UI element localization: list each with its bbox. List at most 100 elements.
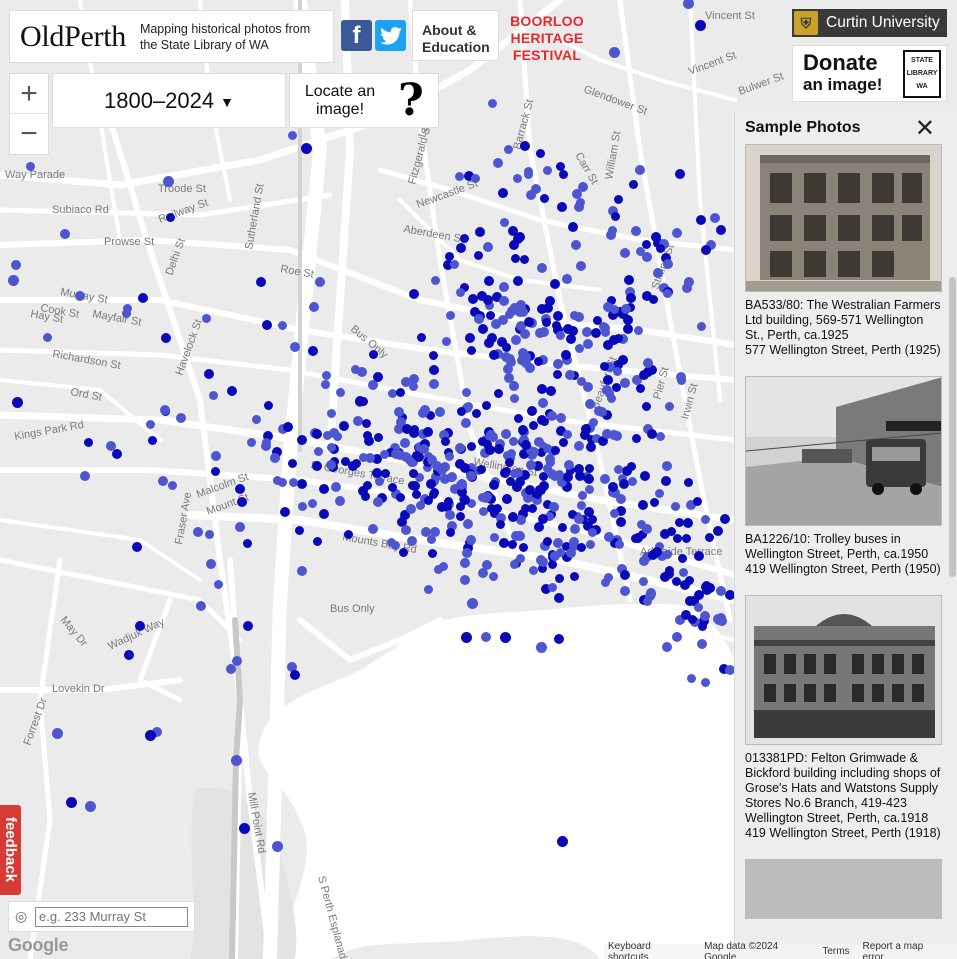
photo-marker[interactable]: [518, 306, 529, 317]
photo-marker[interactable]: [677, 553, 687, 563]
photo-marker[interactable]: [300, 142, 312, 154]
photo-marker[interactable]: [488, 99, 497, 109]
photo-marker[interactable]: [25, 161, 35, 171]
photo-marker[interactable]: [604, 388, 614, 398]
curtin-university-logo[interactable]: ⛨ Curtin University: [792, 9, 947, 37]
photo-marker[interactable]: [308, 345, 319, 356]
photo-marker[interactable]: [602, 375, 613, 386]
photo-marker[interactable]: [698, 621, 708, 631]
photo-marker[interactable]: [548, 501, 559, 512]
photo-marker[interactable]: [210, 450, 221, 461]
photo-marker[interactable]: [513, 275, 524, 286]
close-icon[interactable]: ✕: [915, 117, 935, 141]
photo-marker[interactable]: [440, 437, 450, 447]
photo-marker[interactable]: [572, 188, 583, 199]
photo-marker[interactable]: [545, 295, 556, 306]
photo-marker[interactable]: [694, 19, 706, 31]
terms-link[interactable]: Terms: [822, 946, 849, 957]
photo-marker[interactable]: [666, 526, 676, 536]
photo-marker[interactable]: [408, 288, 419, 299]
photo-marker[interactable]: [660, 475, 671, 486]
photo-marker[interactable]: [671, 227, 682, 238]
photo-marker[interactable]: [649, 497, 659, 507]
feedback-tab[interactable]: feedback: [0, 805, 21, 895]
photo-marker[interactable]: [319, 508, 330, 519]
photo-marker[interactable]: [682, 0, 694, 9]
photo-marker[interactable]: [642, 290, 653, 301]
photo-marker[interactable]: [309, 301, 320, 312]
photo-card[interactable]: BA533/80: The Westralian Farmers Ltd bui…: [745, 144, 942, 358]
photo-marker[interactable]: [442, 336, 452, 346]
photo-marker[interactable]: [681, 282, 692, 293]
photo-marker[interactable]: [560, 350, 571, 361]
facebook-icon[interactable]: f: [341, 20, 372, 51]
photo-marker[interactable]: [583, 473, 594, 484]
photo-marker[interactable]: [79, 470, 90, 481]
photo-marker[interactable]: [615, 539, 625, 549]
photo-marker[interactable]: [311, 461, 322, 472]
photo-marker[interactable]: [372, 496, 383, 507]
photo-marker[interactable]: [537, 414, 548, 425]
photo-marker[interactable]: [682, 533, 692, 543]
photo-marker[interactable]: [242, 620, 253, 631]
photo-marker[interactable]: [600, 322, 611, 333]
photo-marker[interactable]: [137, 292, 148, 303]
photo-marker[interactable]: [587, 527, 597, 537]
locate-image-button[interactable]: Locate an image! ?: [289, 73, 439, 128]
photo-marker[interactable]: [534, 357, 543, 367]
year-range-select[interactable]: 1800–2024 ▼: [52, 73, 286, 128]
photo-marker[interactable]: [277, 321, 287, 330]
photo-marker[interactable]: [405, 504, 416, 515]
photo-marker[interactable]: [470, 174, 480, 184]
photo-marker[interactable]: [567, 325, 578, 336]
photo-marker[interactable]: [288, 458, 298, 468]
photo-marker[interactable]: [318, 483, 329, 494]
photo-marker[interactable]: [488, 479, 499, 490]
photo-marker[interactable]: [325, 460, 336, 471]
about-education-button[interactable]: About & Education: [412, 10, 499, 61]
photo-marker[interactable]: [569, 524, 580, 535]
photo-marker[interactable]: [443, 497, 453, 507]
photo-marker[interactable]: [482, 241, 493, 252]
photo-marker[interactable]: [478, 507, 488, 517]
photo-marker[interactable]: [589, 417, 599, 427]
photo-marker[interactable]: [445, 527, 455, 537]
photo-marker[interactable]: [520, 440, 531, 451]
photo-marker[interactable]: [574, 470, 585, 481]
photo-marker[interactable]: [165, 212, 175, 222]
photo-marker[interactable]: [367, 524, 378, 535]
photo-marker[interactable]: [558, 438, 568, 448]
photo-marker[interactable]: [509, 560, 519, 570]
photo-marker[interactable]: [444, 509, 455, 520]
photo-marker[interactable]: [541, 318, 551, 328]
photo-marker[interactable]: [564, 459, 575, 470]
photo-marker[interactable]: [563, 429, 573, 439]
photo-marker[interactable]: [608, 46, 620, 58]
photo-marker[interactable]: [642, 251, 653, 262]
photo-marker[interactable]: [553, 634, 564, 645]
photo-marker[interactable]: [585, 442, 596, 453]
crosshair-icon[interactable]: ◎: [15, 908, 35, 925]
photo-thumbnail[interactable]: [745, 859, 942, 919]
photo-marker[interactable]: [204, 368, 215, 379]
photo-marker[interactable]: [455, 287, 465, 297]
photo-marker[interactable]: [671, 631, 682, 642]
photo-marker[interactable]: [558, 169, 568, 179]
photo-marker[interactable]: [516, 514, 527, 525]
photo-marker[interactable]: [638, 577, 648, 587]
photo-marker[interactable]: [428, 351, 438, 361]
photo-marker[interactable]: [635, 384, 645, 394]
photo-marker[interactable]: [709, 212, 720, 223]
photo-marker[interactable]: [588, 514, 598, 524]
photo-marker[interactable]: [656, 431, 666, 441]
photo-marker[interactable]: [515, 476, 526, 487]
photo-marker[interactable]: [654, 488, 664, 498]
photo-marker[interactable]: [518, 424, 529, 435]
photo-marker[interactable]: [59, 228, 70, 239]
photo-marker[interactable]: [395, 492, 405, 502]
photo-marker[interactable]: [712, 525, 723, 536]
photo-thumbnail[interactable]: [745, 595, 942, 745]
photo-marker[interactable]: [373, 433, 383, 443]
photo-marker[interactable]: [363, 436, 374, 447]
photo-marker[interactable]: [399, 438, 410, 449]
